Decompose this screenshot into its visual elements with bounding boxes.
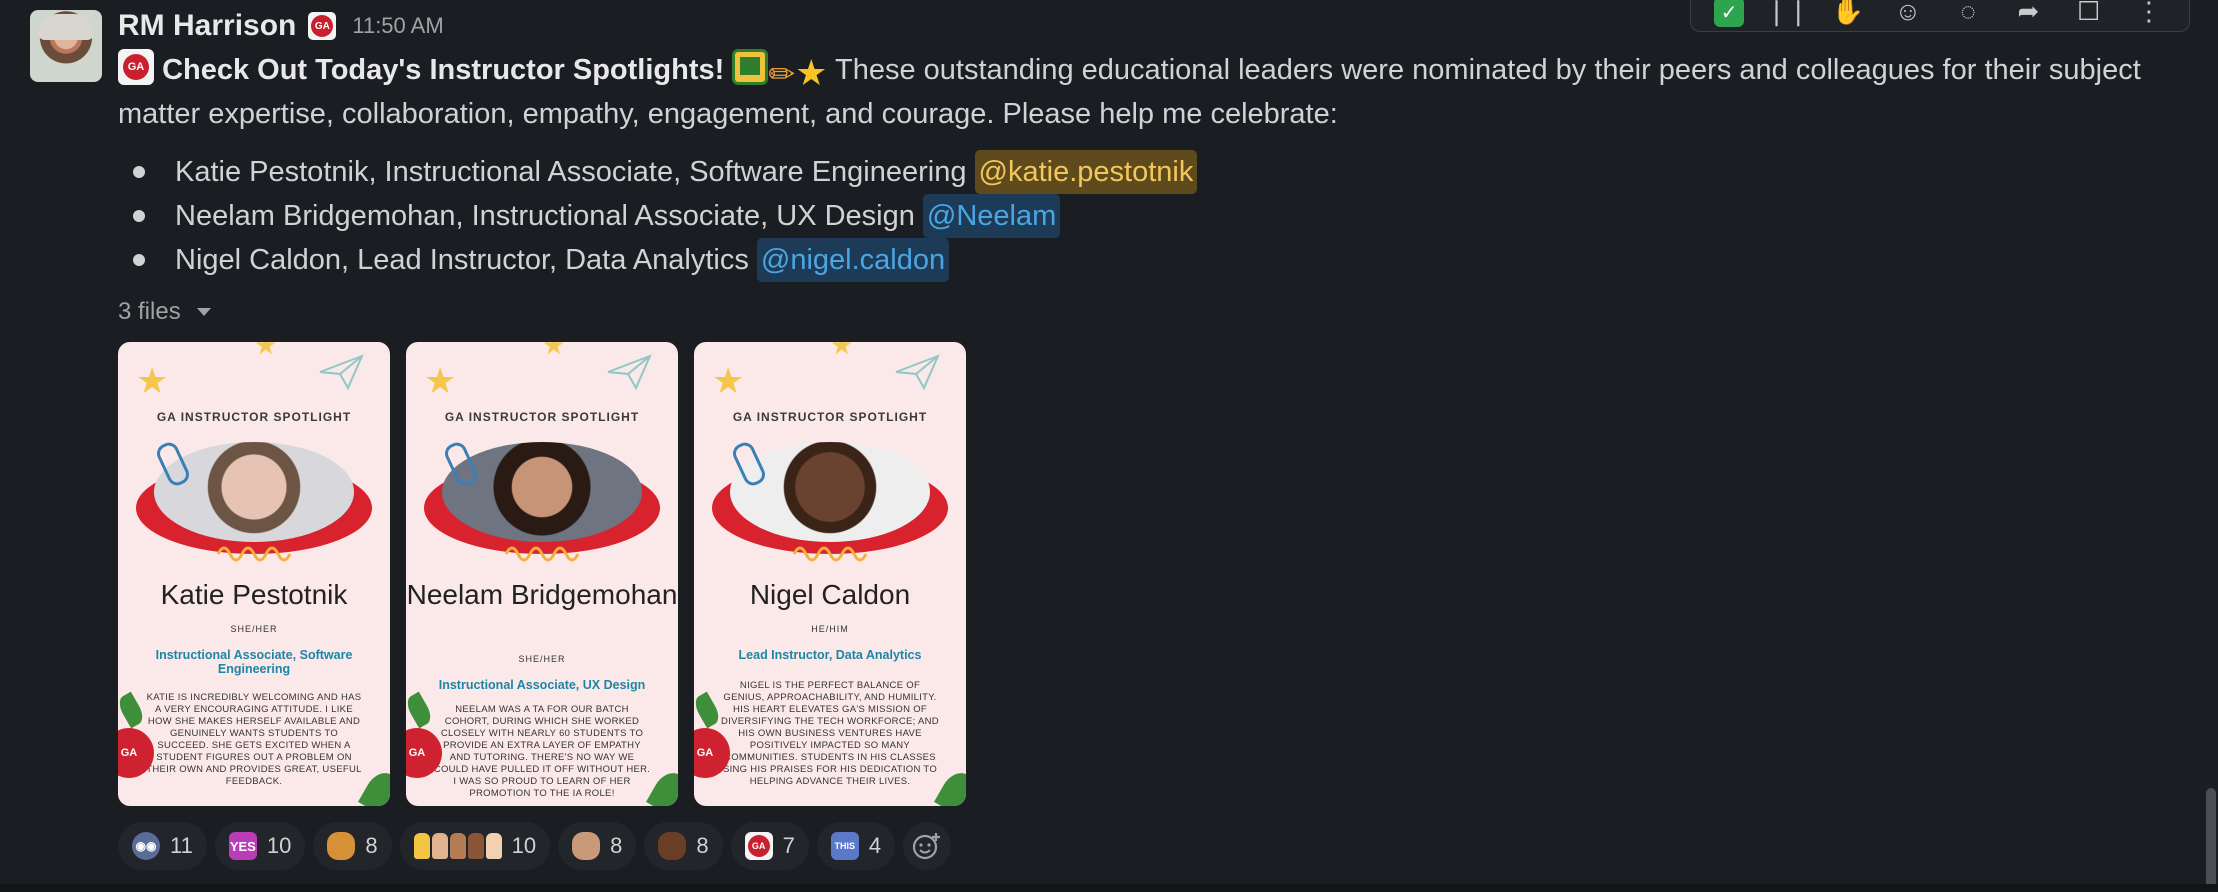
instructor-photo [442, 442, 642, 542]
list-item: Nigel Caldon, Lead Instructor, Data Anal… [118, 238, 1197, 282]
list-item-text: Neelam Bridgemohan, Instructional Associ… [175, 200, 915, 232]
card-description: KATIE IS INCREDIBLY WELCOMING AND HAS A … [146, 692, 362, 787]
files-toggle[interactable]: 3 files [118, 298, 211, 326]
yes-emoji-icon: YES [228, 832, 257, 860]
ga-apple-emoji-icon: GA [744, 832, 773, 860]
card-description: NIGEL IS THE PERFECT BALANCE OF GENIUS, … [721, 680, 939, 787]
star-icon: ★ [830, 342, 854, 360]
avatar[interactable] [30, 10, 102, 82]
mention-neelam[interactable]: @Neelam [922, 194, 1061, 238]
mention-nigel[interactable]: @nigel.caldon [756, 238, 950, 282]
more-actions-icon[interactable]: ⋮ [2132, 0, 2166, 28]
add-reaction-button[interactable] [903, 822, 952, 870]
ga-apple-icon [118, 49, 154, 85]
card-role: Lead Instructor, Data Analytics [738, 648, 922, 662]
bullet [133, 210, 145, 222]
clap-emoji-icon [572, 832, 601, 860]
reaction-eyes[interactable]: ◉◉ 11 [118, 822, 207, 870]
bullet [133, 166, 145, 178]
message: RM Harrison GA 11:50 AM ✓ ❘❘ ✋ ☺ ◌ ➦ ☐ ⋮… [0, 0, 2218, 892]
reaction-ga[interactable]: GA 7 [730, 822, 809, 870]
message-actions-toolbar: ✓ ❘❘ ✋ ☺ ◌ ➦ ☐ ⋮ [1690, 0, 2190, 32]
share-icon[interactable]: ➦ [2011, 0, 2045, 28]
card-name: Katie Pestotnik [160, 579, 348, 610]
mention-katie[interactable]: @katie.pestotnik [974, 150, 1198, 194]
list-item-text: Katie Pestotnik, Instructional Associate… [175, 156, 967, 188]
star-icon: ★ [254, 342, 278, 360]
card-header: GA INSTRUCTOR SPOTLIGHT [732, 410, 928, 424]
card-pronouns: SHE/HER [518, 654, 566, 664]
spotlight-list: Katie Pestotnik, Instructional Associate… [118, 150, 1198, 282]
star-icon: ★ [542, 342, 566, 360]
reaction-count: 7 [782, 833, 795, 858]
message-body: Check Out Today's Instructor Spotlights!… [118, 48, 2198, 136]
this-emoji-icon: THIS [830, 832, 859, 860]
reaction-count: 10 [511, 833, 537, 858]
reply-in-thread-icon[interactable]: ◌ [1951, 0, 1985, 28]
checkmark-react-icon[interactable]: ✓ [1714, 0, 1745, 27]
instructor-photo [154, 442, 354, 542]
card-header: GA INSTRUCTOR SPOTLIGHT [444, 410, 640, 424]
instructor-photo [730, 442, 930, 542]
reaction-count: 4 [868, 833, 882, 858]
caret-down-icon [196, 308, 211, 316]
star-icon: ★ [424, 360, 457, 401]
dinosaur-emoji-icon [327, 832, 356, 860]
scrollbar[interactable] [2204, 0, 2218, 892]
paper-plane-icon [319, 354, 364, 390]
add-reaction-icon[interactable]: ☺ [1891, 0, 1925, 28]
scrollbar-thumb[interactable] [2206, 788, 2216, 892]
paper-plane-icon [895, 354, 940, 390]
list-item-text: Nigel Caldon, Lead Instructor, Data Anal… [175, 244, 749, 276]
reaction-raised-hands-dark[interactable]: 8 [644, 822, 723, 870]
card-name: Nigel Caldon [749, 579, 911, 610]
star-icon: ★ [795, 52, 828, 93]
card-header: GA INSTRUCTOR SPOTLIGHT [156, 410, 352, 424]
reaction-this[interactable]: THIS 4 [816, 822, 896, 870]
star-icon: ★ [712, 360, 745, 401]
list-item: Katie Pestotnik, Instructional Associate… [118, 150, 1198, 194]
reaction-yes[interactable]: YES 10 [214, 822, 306, 870]
file-attachments: ★ ★ GA INSTRUCTOR SPOTLIGHT Katie Pestot… [118, 342, 966, 806]
reaction-clap[interactable]: 8 [558, 822, 637, 870]
card-role: Instructional Associate, UX Design [438, 678, 646, 692]
card-role: Instructional Associate, Software Engine… [155, 648, 353, 676]
reaction-count: 10 [266, 833, 292, 858]
paper-plane-icon [607, 354, 652, 390]
star-icon: ★ [136, 360, 169, 401]
message-header: RM Harrison GA 11:50 AM [118, 6, 444, 46]
reaction-count: 8 [610, 833, 623, 858]
reaction-count: 8 [365, 833, 378, 858]
message-title: Check Out Today's Instructor Spotlights! [162, 54, 725, 86]
ga-status-icon: GA [308, 12, 337, 40]
raised-hands-multi-icon [413, 833, 502, 859]
card-pronouns: HE/HIM [811, 624, 849, 634]
spotlight-card[interactable]: ★ ★ GA INSTRUCTOR SPOTLIGHT Katie Pestot… [118, 342, 390, 806]
reaction-raised-hands[interactable]: 10 [399, 822, 551, 870]
spotlight-card[interactable]: ★ ★ GA INSTRUCTOR SPOTLIGHT Nigel Caldon… [694, 342, 966, 806]
eyes-emoji-icon: ◉◉ [132, 832, 160, 860]
bullet [133, 254, 145, 266]
teacher-board-icon [732, 49, 769, 85]
raised-hands-dark-icon [658, 832, 687, 860]
add-reaction-icon [912, 833, 941, 860]
author-name[interactable]: RM Harrison [118, 9, 296, 43]
eyes-react-icon[interactable]: ❘❘ [1766, 0, 1810, 28]
card-name: Neelam Bridgemohan [406, 579, 678, 610]
reactions-bar: ◉◉ 11 YES 10 8 10 8 8 GA 7 THIS 4 [118, 822, 952, 870]
pencil-icon: ✏ [768, 56, 796, 92]
card-pronouns: SHE/HER [230, 624, 278, 634]
spotlight-card[interactable]: ★ ★ GA INSTRUCTOR SPOTLIGHT Neelam Bridg… [406, 342, 678, 806]
bookmark-icon[interactable]: ☐ [2072, 0, 2106, 28]
reaction-count: 8 [696, 833, 709, 858]
card-description: NEELAM WAS A TA FOR OUR BATCH COHORT, DU… [433, 704, 651, 799]
timestamp[interactable]: 11:50 AM [352, 13, 443, 39]
list-item: Neelam Bridgemohan, Instructional Associ… [118, 194, 1197, 238]
raised-hands-react-icon[interactable]: ✋ [1831, 0, 1865, 28]
reaction-dinosaur[interactable]: 8 [313, 822, 392, 870]
files-label: 3 files [118, 298, 181, 325]
reaction-count: 11 [170, 833, 193, 858]
